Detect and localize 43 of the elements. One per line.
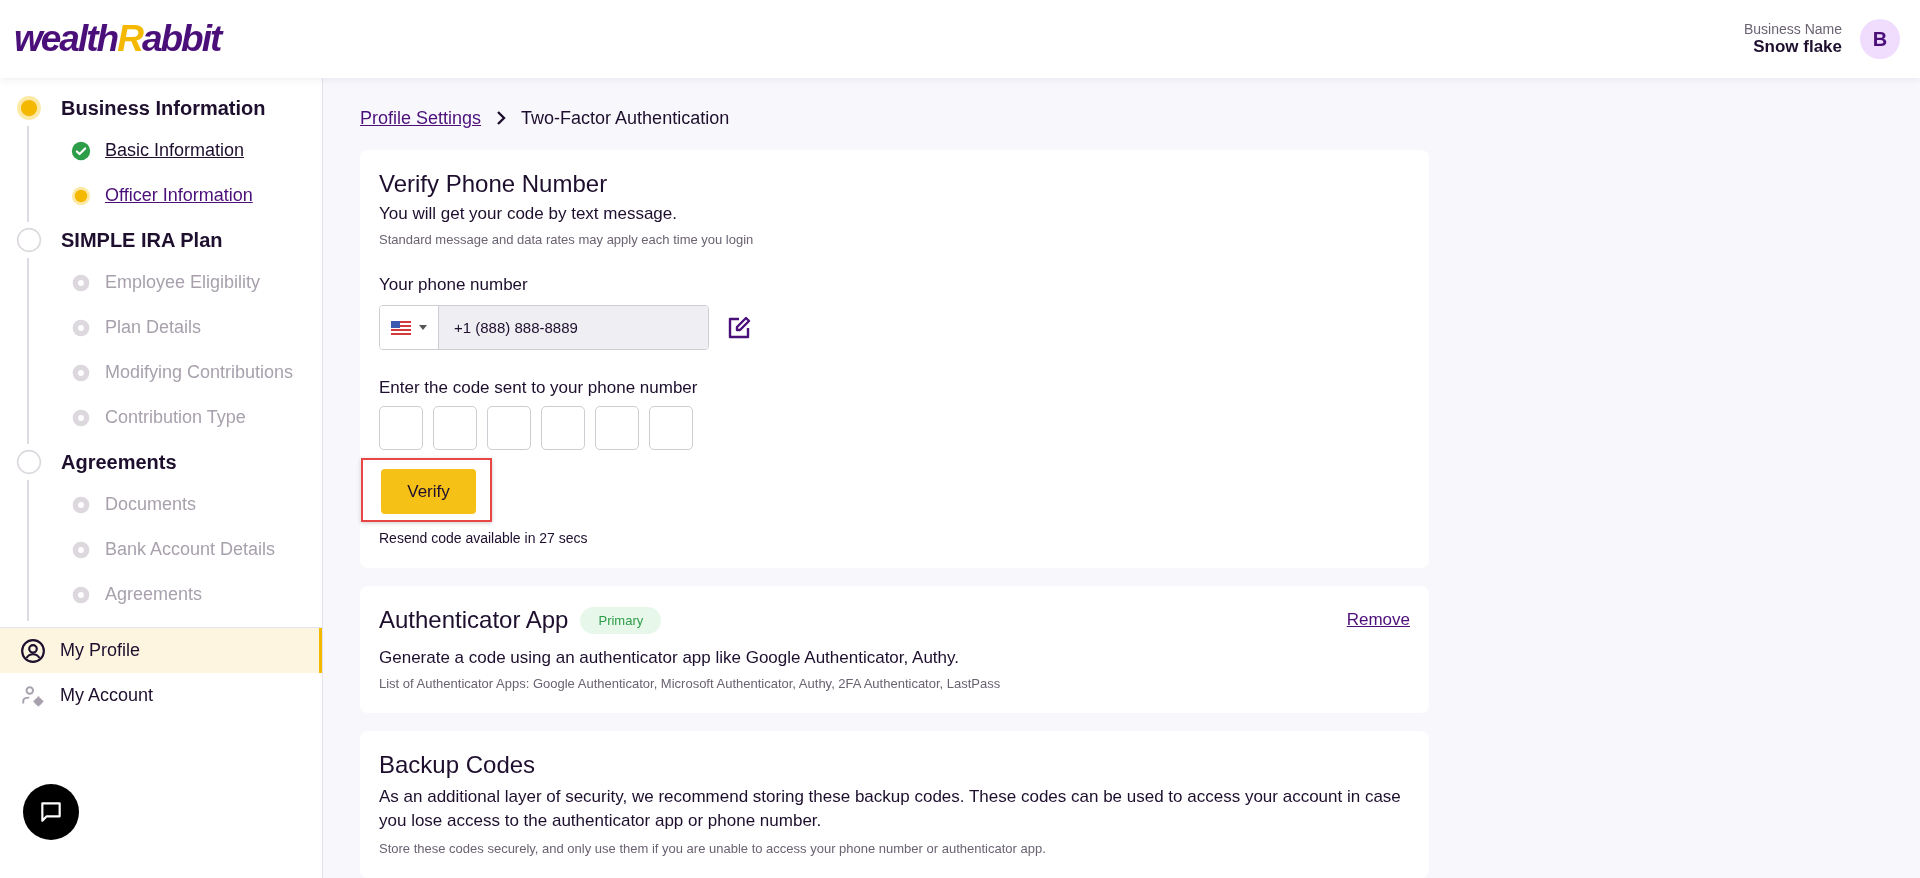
resend-text: Resend code available in 27 secs: [379, 530, 589, 547]
card-subtitle: You will get your code by text message.: [379, 204, 678, 225]
country-select[interactable]: [380, 306, 439, 350]
card-note: List of Authenticator Apps: Google Authenticator, Microsoft Authenticator, Authy, 2FA Authenticator, LastPass: [379, 676, 1002, 692]
nav-item[interactable]: My Account: [0, 673, 322, 718]
section-heading[interactable]: SIMPLE IRA Plan: [61, 228, 223, 252]
verify-button[interactable]: Verify: [381, 469, 476, 515]
chevron-right-icon: [495, 110, 508, 127]
card-title: Verify Phone Number: [379, 170, 609, 199]
chat-bubble-icon: [38, 799, 64, 825]
code-digit-field[interactable]: [649, 406, 693, 451]
card-description: Generate a code using an authenticator app like Google Authenticator, Authy.: [379, 648, 960, 669]
field-label: Your phone number: [379, 275, 529, 296]
code-digit-field[interactable]: [541, 406, 585, 451]
phone-field[interactable]: +1 (888) 888-8889: [379, 305, 709, 351]
logo[interactable]: wealthRabbit: [14, 18, 221, 60]
breadcrumb-current: Two-Factor Authentication: [521, 107, 730, 129]
code-digit-field[interactable]: [379, 406, 423, 451]
breadcrumb-link[interactable]: Profile Settings: [360, 107, 482, 129]
code-digit-field[interactable]: [595, 406, 639, 451]
card-title: Backup Codes: [379, 751, 537, 780]
step-link[interactable]: Officer Information: [105, 185, 253, 206]
nav-item[interactable]: My Profile: [0, 628, 322, 673]
flag-icon: [391, 320, 411, 335]
business-label: Business Name: [1743, 21, 1842, 37]
step-link[interactable]: Basic Information: [105, 140, 245, 161]
remove-link[interactable]: Remove: [1346, 610, 1410, 631]
code-digit-field[interactable]: [433, 406, 477, 451]
field-label: Enter the code sent to your phone number: [379, 378, 699, 399]
card-note: Standard message and data rates may apply each time you login: [379, 232, 755, 248]
card-title: Authenticator App: [379, 606, 569, 635]
avatar[interactable]: B: [1860, 19, 1900, 59]
edit-icon[interactable]: [727, 315, 751, 340]
card-description: As an additional layer of security, we recommend storing these backup codes. These codes can be used to access your account in case you lose access to the authenticator app or phone number.: [379, 786, 1402, 833]
user-circle-icon: [20, 637, 46, 664]
caret-icon: [419, 325, 427, 331]
section-heading[interactable]: Agreements: [61, 450, 177, 474]
section-heading[interactable]: Business Information: [61, 96, 266, 120]
card-note: Store these codes securely, and only use them if you are unable to access your phone number or authenticator app.: [379, 841, 1047, 856]
chat-button[interactable]: [23, 784, 79, 840]
business-name: Snow flake: [1753, 37, 1842, 57]
primary-badge: Primary: [580, 606, 662, 634]
code-digit-field[interactable]: [487, 406, 531, 451]
